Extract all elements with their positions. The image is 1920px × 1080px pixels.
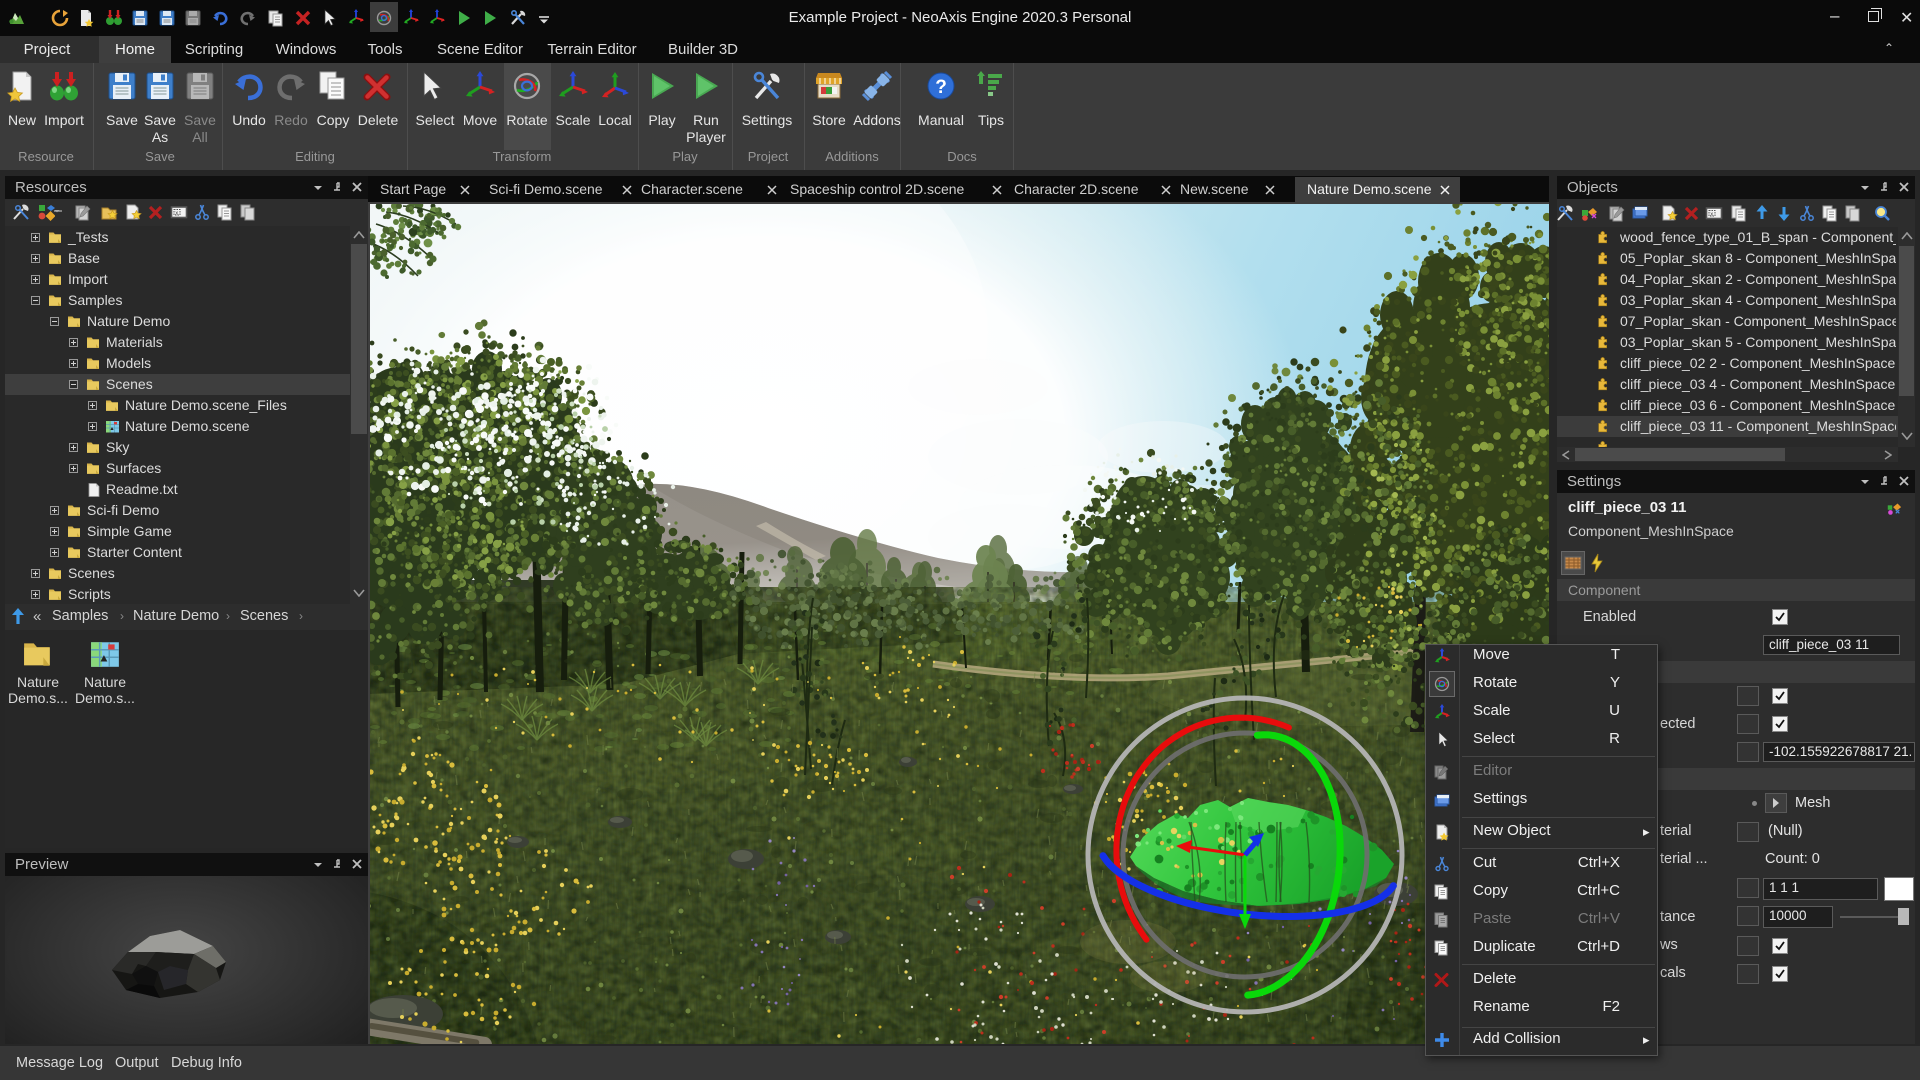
svg-text:x: x bbox=[1710, 211, 1713, 217]
svg-text:?: ? bbox=[935, 77, 947, 98]
svg-text:x: x bbox=[175, 210, 178, 216]
